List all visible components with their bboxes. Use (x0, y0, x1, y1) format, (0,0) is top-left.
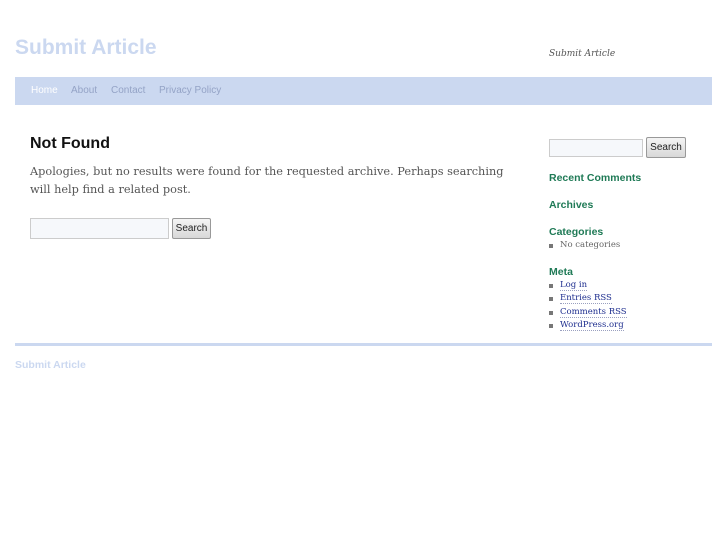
categories-list: No categories (549, 239, 620, 252)
widget-title-recent-comments: Recent Comments (549, 172, 642, 184)
list-item: No categories (549, 239, 620, 252)
list-item: Entries RSS (549, 292, 627, 305)
list-item: WordPress.org (549, 319, 627, 332)
sidebar-search-input[interactable] (549, 139, 643, 157)
bullet-icon (549, 244, 553, 248)
page-title: Not Found (30, 135, 110, 152)
nav-item-privacy-policy[interactable]: Privacy Policy (159, 85, 221, 96)
meta-link-entries-rss[interactable]: Entries RSS (560, 293, 612, 305)
bullet-icon (549, 323, 553, 328)
sidebar-search-button[interactable]: Search (646, 137, 686, 158)
meta-link-wordpress-org[interactable]: WordPress.org (560, 319, 624, 331)
site-description: Submit Article (549, 49, 616, 59)
widget-title-categories: Categories (549, 226, 604, 238)
categories-empty-text: No categories (560, 240, 621, 250)
footer-site-title[interactable]: Submit Article (15, 359, 86, 371)
site-title[interactable]: Submit Article (15, 36, 157, 60)
list-item: Comments RSS (549, 306, 627, 319)
widget-title-meta: Meta (549, 266, 573, 278)
meta-links-list: Log in Entries RSS Comments RSS WordPres… (549, 279, 627, 332)
bullet-icon (549, 297, 553, 302)
main-search-button[interactable]: Search (172, 218, 211, 239)
footer-divider (15, 343, 712, 346)
nav-item-contact[interactable]: Contact (111, 85, 145, 96)
bullet-icon (549, 310, 553, 315)
list-item: Log in (549, 279, 627, 292)
widget-title-archives: Archives (549, 199, 594, 211)
meta-link-comments-rss[interactable]: Comments RSS (560, 306, 627, 318)
bullet-icon (549, 284, 553, 288)
nav-item-home[interactable]: Home (31, 85, 58, 96)
meta-link-log-in[interactable]: Log in (560, 280, 588, 291)
main-nav: Home About Contact Privacy Policy (15, 77, 712, 105)
nav-item-about[interactable]: About (71, 85, 97, 96)
not-found-message: Apologies, but no results were found for… (30, 165, 504, 196)
main-search-input[interactable] (30, 218, 169, 239)
